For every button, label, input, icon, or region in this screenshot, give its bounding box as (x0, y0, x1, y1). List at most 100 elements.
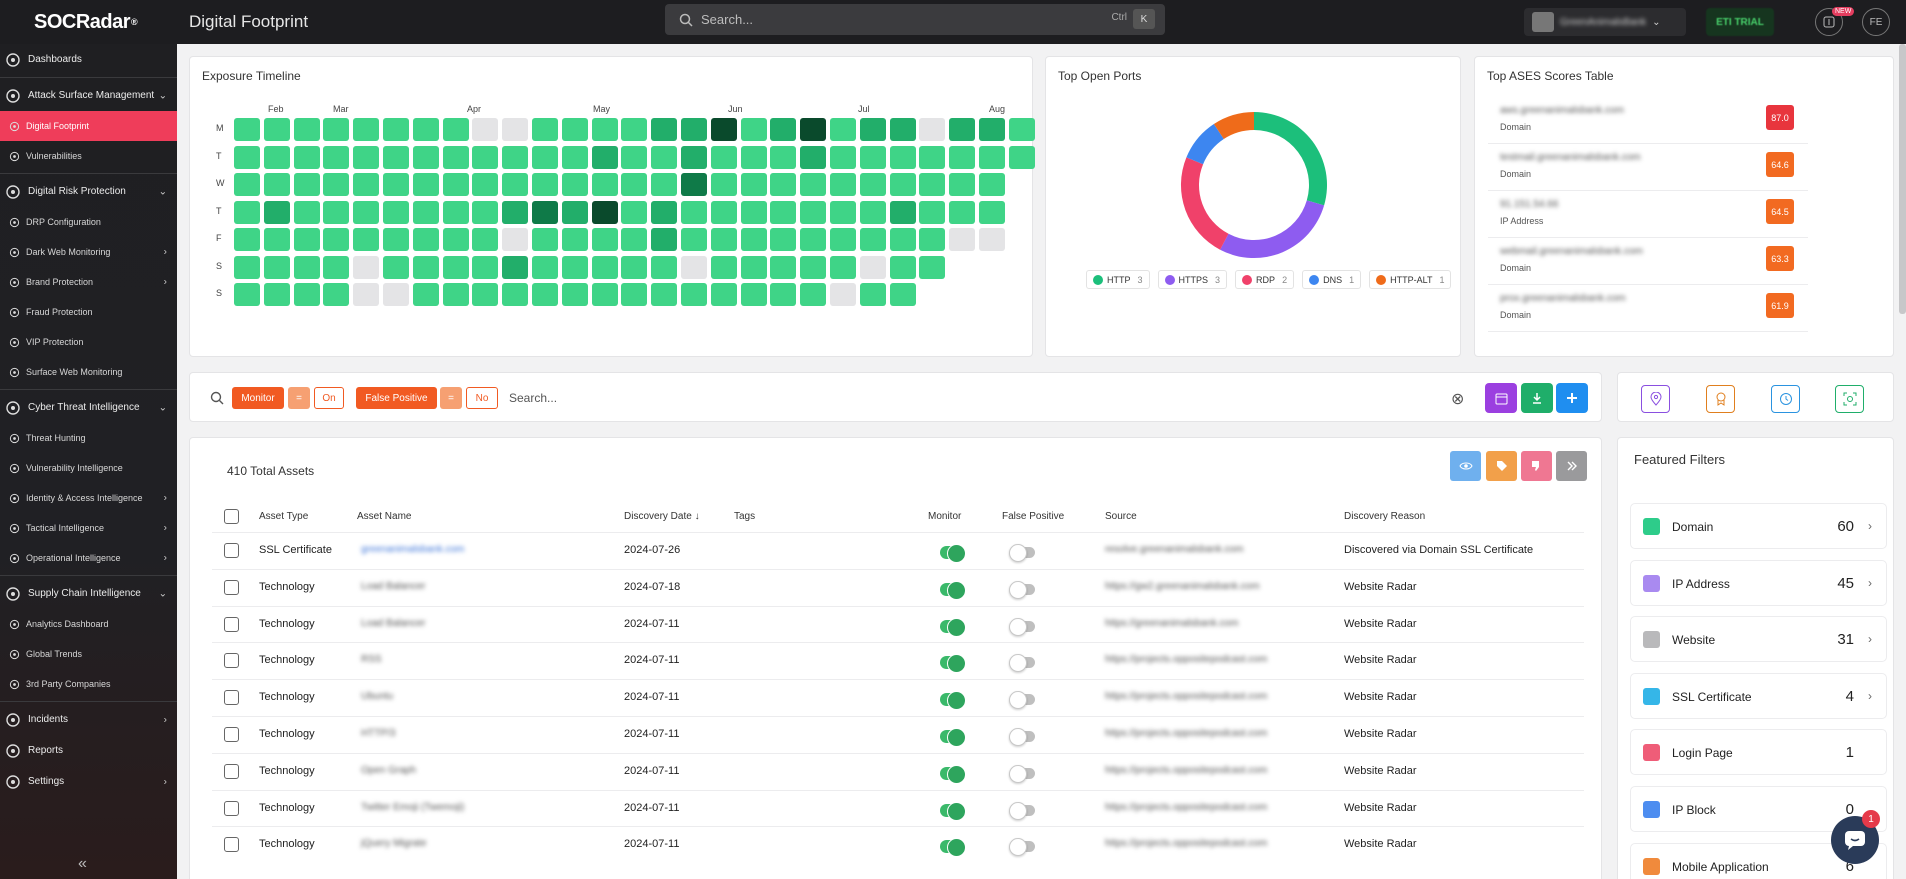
heatmap-cell[interactable] (681, 283, 707, 306)
heatmap-cell[interactable] (412, 228, 439, 251)
heatmap-cell[interactable] (681, 200, 707, 224)
location-filter-button[interactable] (1641, 385, 1670, 413)
heatmap-cell[interactable] (770, 255, 797, 279)
heatmap-cell[interactable] (919, 228, 946, 251)
clear-filter-icon[interactable]: ⊗ (1451, 389, 1464, 409)
asset-name-cell[interactable]: Load Balancer (361, 581, 426, 592)
row-checkbox[interactable] (224, 616, 239, 632)
heatmap-cell[interactable] (383, 145, 409, 169)
calendar-filter-button[interactable] (1485, 383, 1517, 413)
heatmap-cell[interactable] (561, 255, 588, 279)
heatmap-cell[interactable] (293, 255, 320, 279)
heatmap-cell[interactable] (859, 255, 886, 279)
heatmap-cell[interactable] (919, 200, 946, 224)
heatmap-cell[interactable] (1008, 118, 1035, 141)
heatmap-cell[interactable] (263, 255, 290, 279)
ases-row[interactable]: webmail.greenanimalsbank.com Domain 63.3 (1488, 238, 1808, 285)
heatmap-cell[interactable] (532, 173, 558, 196)
heatmap-cell[interactable] (710, 173, 737, 196)
tag-button[interactable] (1486, 451, 1517, 481)
asset-name-cell[interactable]: Load Balancer (361, 618, 426, 629)
heatmap-cell[interactable] (681, 145, 707, 169)
monitor-toggle[interactable] (940, 654, 966, 674)
heatmap-cell[interactable] (412, 145, 439, 169)
filter-value-on-chip[interactable]: On (314, 387, 344, 409)
heatmap-cell[interactable] (293, 283, 320, 306)
monitor-toggle[interactable] (940, 691, 966, 711)
heatmap-cell[interactable] (442, 228, 469, 251)
row-checkbox[interactable] (224, 579, 239, 595)
heatmap-cell[interactable] (442, 173, 469, 196)
heatmap-cell[interactable] (532, 283, 558, 306)
heatmap-cell[interactable] (502, 145, 529, 169)
heatmap-cell[interactable] (532, 255, 558, 279)
heatmap-cell[interactable] (591, 228, 618, 251)
heatmap-cell[interactable] (800, 283, 827, 306)
row-checkbox[interactable] (224, 763, 239, 779)
false-positive-toggle[interactable] (1009, 580, 1035, 599)
heatmap-cell[interactable] (234, 228, 260, 251)
heatmap-cell[interactable] (263, 118, 290, 141)
heatmap-cell[interactable] (681, 255, 707, 279)
heatmap-cell[interactable] (383, 200, 409, 224)
heatmap-cell[interactable] (353, 255, 380, 279)
heatmap-cell[interactable] (710, 228, 737, 251)
heatmap-cell[interactable] (442, 145, 469, 169)
heatmap-cell[interactable] (651, 283, 678, 306)
heatmap-cell[interactable] (353, 200, 380, 224)
heatmap-cell[interactable] (561, 228, 588, 251)
heatmap-cell[interactable] (532, 145, 558, 169)
heatmap-cell[interactable] (979, 145, 1005, 169)
heatmap-cell[interactable] (234, 255, 260, 279)
heatmap-cell[interactable] (770, 145, 797, 169)
false-positive-button[interactable] (1521, 451, 1552, 481)
heatmap-cell[interactable] (889, 173, 916, 196)
heatmap-cell[interactable] (293, 118, 320, 141)
false-positive-toggle[interactable] (1009, 544, 1035, 562)
heatmap-cell[interactable] (561, 173, 588, 196)
sidebar-item-threat-hunting[interactable]: Threat Hunting (0, 423, 177, 453)
heatmap-cell[interactable] (681, 228, 707, 251)
sidebar-item-global-trends[interactable]: Global Trends (0, 639, 177, 669)
heatmap-cell[interactable] (234, 200, 260, 224)
heatmap-cell[interactable] (561, 200, 588, 224)
sidebar-item-analytics-dashboard[interactable]: Analytics Dashboard (0, 609, 177, 639)
false-positive-toggle[interactable] (1009, 764, 1035, 783)
heatmap-cell[interactable] (383, 173, 409, 196)
sidebar-item-vulnerabilities[interactable]: Vulnerabilities (0, 141, 177, 171)
asset-name-cell[interactable]: Twitter Emoji (Twemoji) (361, 802, 464, 813)
heatmap-cell[interactable] (859, 228, 886, 251)
heatmap-cell[interactable] (949, 228, 976, 251)
heatmap-cell[interactable] (830, 228, 856, 251)
heatmap-cell[interactable] (323, 228, 350, 251)
row-checkbox[interactable] (224, 690, 239, 706)
heatmap-cell[interactable] (919, 255, 946, 279)
ases-row[interactable]: aws.greenanimalsbank.com Domain 87.0 (1488, 97, 1808, 144)
heatmap-cell[interactable] (234, 283, 260, 306)
asset-search-input[interactable]: Search... (509, 391, 557, 405)
organization-switcher[interactable]: GreenAnimalsBank ⌄ (1524, 8, 1686, 36)
sidebar-item-settings[interactable]: Settings › (0, 766, 177, 797)
filter-value-no-chip[interactable]: No (466, 387, 498, 409)
sidebar-item-reports[interactable]: Reports (0, 735, 177, 766)
heatmap-cell[interactable] (770, 118, 797, 141)
sidebar-item-tactical-intelligence[interactable]: Tactical Intelligence › (0, 513, 177, 543)
heatmap-cell[interactable] (889, 283, 916, 306)
heatmap-cell[interactable] (740, 255, 767, 279)
certificate-filter-button[interactable] (1706, 385, 1735, 413)
heatmap-cell[interactable] (263, 173, 290, 196)
heatmap-cell[interactable] (1008, 145, 1035, 169)
heatmap-cell[interactable] (740, 118, 767, 141)
export-button[interactable] (1521, 383, 1553, 413)
sidebar-item-digital-risk-protection[interactable]: Digital Risk Protection ⌄ (0, 176, 177, 207)
filter-operator-chip[interactable]: = (288, 387, 310, 409)
sidebar-item-fraud-protection[interactable]: Fraud Protection (0, 297, 177, 327)
false-positive-toggle[interactable] (1009, 617, 1035, 636)
heatmap-cell[interactable] (621, 200, 648, 224)
table-header-asset-name[interactable]: Asset Name (357, 511, 411, 522)
heatmap-cell[interactable] (770, 228, 797, 251)
asset-name-cell[interactable]: HTTP/3 (361, 728, 395, 739)
filter-false-positive-chip[interactable]: False Positive (356, 387, 437, 409)
heatmap-cell[interactable] (830, 255, 856, 279)
monitor-toggle[interactable] (940, 764, 966, 784)
